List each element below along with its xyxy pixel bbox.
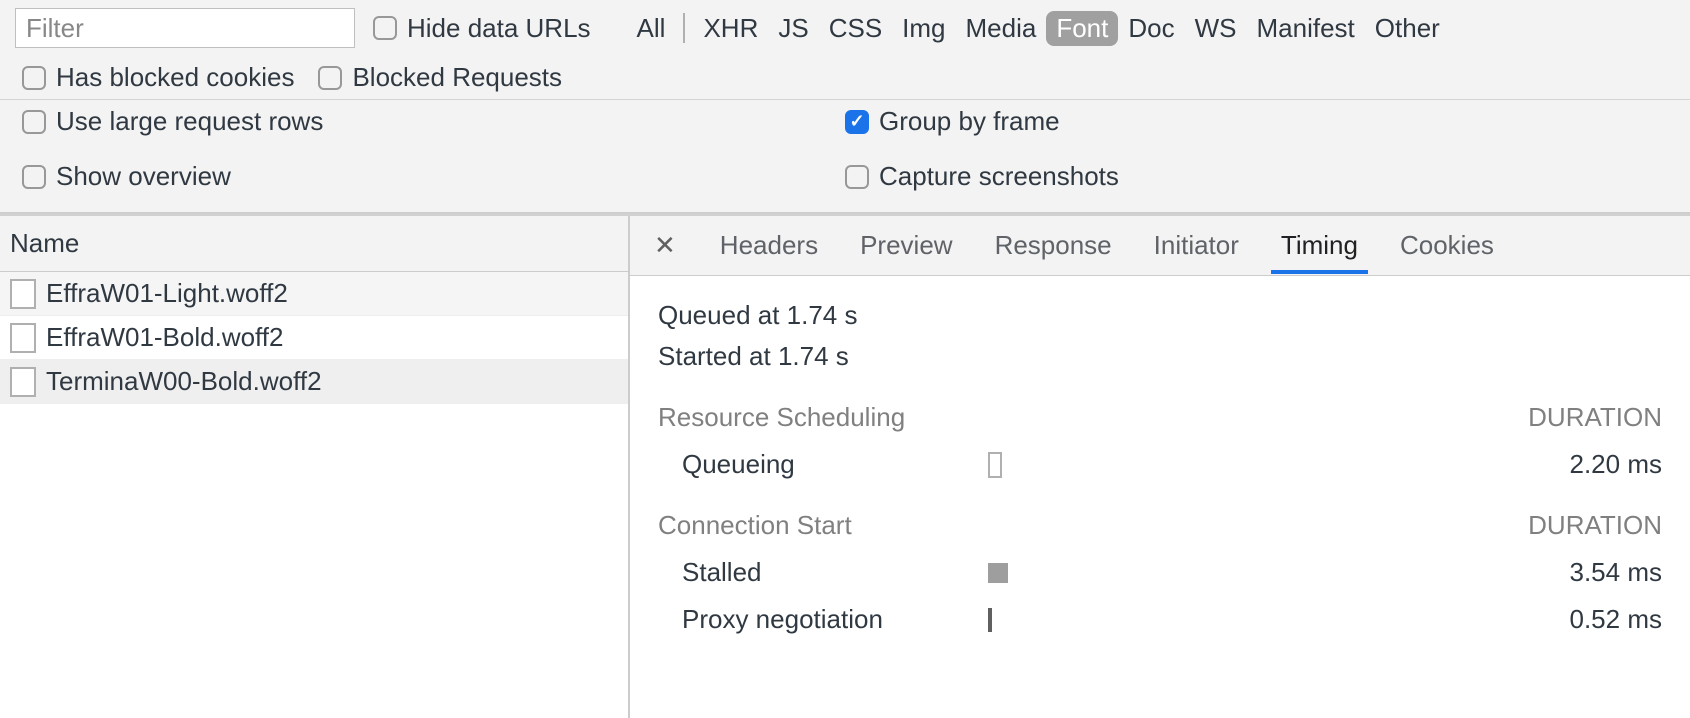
has-blocked-cookies-label: Has blocked cookies bbox=[56, 62, 294, 93]
request-name: EffraW01-Light.woff2 bbox=[46, 278, 288, 309]
tab-headers[interactable]: Headers bbox=[718, 218, 820, 273]
started-at-text: Started at 1.74 s bbox=[658, 341, 1662, 372]
separator-icon bbox=[683, 13, 685, 43]
file-icon bbox=[10, 279, 36, 309]
checkbox-icon bbox=[373, 16, 397, 40]
tab-timing[interactable]: Timing bbox=[1279, 218, 1360, 273]
timing-section-title: Connection Start bbox=[658, 510, 852, 541]
file-icon bbox=[10, 323, 36, 353]
timing-bar bbox=[988, 452, 1238, 478]
bar-icon bbox=[988, 608, 992, 632]
name-column-header[interactable]: Name bbox=[0, 216, 628, 272]
close-icon[interactable]: ✕ bbox=[650, 230, 680, 261]
timing-row: Queueing 2.20 ms bbox=[658, 449, 1662, 480]
timing-bar bbox=[988, 563, 1238, 583]
type-filter-bar: All XHRJSCSSImgMediaFontDocWSManifestOth… bbox=[627, 11, 1450, 46]
group-by-frame-label: Group by frame bbox=[879, 106, 1060, 137]
request-row[interactable]: TerminaW00-Bold.woff2 bbox=[0, 360, 628, 404]
filter-input[interactable] bbox=[15, 8, 355, 48]
duration-header: DURATION bbox=[1528, 402, 1662, 433]
tab-cookies[interactable]: Cookies bbox=[1398, 218, 1496, 273]
capture-screenshots-checkbox[interactable]: Capture screenshots bbox=[845, 161, 1119, 192]
blocked-requests-checkbox[interactable]: Blocked Requests bbox=[318, 62, 562, 93]
show-overview-label: Show overview bbox=[56, 161, 231, 192]
timing-row-value: 3.54 ms bbox=[1238, 557, 1662, 588]
bar-icon bbox=[988, 563, 1008, 583]
tab-initiator[interactable]: Initiator bbox=[1152, 218, 1241, 273]
request-row[interactable]: EffraW01-Light.woff2 bbox=[0, 272, 628, 316]
capture-screenshots-label: Capture screenshots bbox=[879, 161, 1119, 192]
timing-section-title: Resource Scheduling bbox=[658, 402, 905, 433]
request-name: TerminaW00-Bold.woff2 bbox=[46, 366, 322, 397]
timing-row-name: Proxy negotiation bbox=[658, 604, 988, 635]
show-overview-checkbox[interactable]: Show overview bbox=[22, 161, 231, 192]
timing-row-value: 0.52 ms bbox=[1238, 604, 1662, 635]
timing-row: Proxy negotiation 0.52 ms bbox=[658, 604, 1662, 635]
timing-bar bbox=[988, 608, 1238, 632]
type-filter-js[interactable]: JS bbox=[768, 11, 818, 46]
checkbox-icon bbox=[22, 110, 46, 134]
checkbox-icon bbox=[845, 165, 869, 189]
request-name: EffraW01-Bold.woff2 bbox=[46, 322, 284, 353]
checkbox-icon: ✓ bbox=[845, 110, 869, 134]
has-blocked-cookies-checkbox[interactable]: Has blocked cookies bbox=[22, 62, 294, 93]
tab-preview[interactable]: Preview bbox=[858, 218, 954, 273]
type-filter-img[interactable]: Img bbox=[892, 11, 955, 46]
tab-response[interactable]: Response bbox=[993, 218, 1114, 273]
timing-row-name: Stalled bbox=[658, 557, 988, 588]
timing-row: Stalled 3.54 ms bbox=[658, 557, 1662, 588]
request-row[interactable]: EffraW01-Bold.woff2 bbox=[0, 316, 628, 360]
bar-icon bbox=[988, 452, 1002, 478]
blocked-requests-label: Blocked Requests bbox=[352, 62, 562, 93]
timing-row-value: 2.20 ms bbox=[1238, 449, 1662, 480]
hide-data-urls-label: Hide data URLs bbox=[407, 13, 591, 44]
type-filter-css[interactable]: CSS bbox=[819, 11, 892, 46]
timing-row-name: Queueing bbox=[658, 449, 988, 480]
type-filter-all[interactable]: All bbox=[627, 11, 676, 46]
hide-data-urls-checkbox[interactable]: Hide data URLs bbox=[373, 13, 591, 44]
checkbox-icon bbox=[22, 66, 46, 90]
checkbox-icon bbox=[22, 165, 46, 189]
duration-header: DURATION bbox=[1528, 510, 1662, 541]
type-filter-ws[interactable]: WS bbox=[1185, 11, 1247, 46]
file-icon bbox=[10, 367, 36, 397]
group-by-frame-checkbox[interactable]: ✓ Group by frame bbox=[845, 106, 1060, 137]
type-filter-font[interactable]: Font bbox=[1046, 11, 1118, 46]
use-large-rows-checkbox[interactable]: Use large request rows bbox=[22, 106, 323, 137]
checkbox-icon bbox=[318, 66, 342, 90]
type-filter-doc[interactable]: Doc bbox=[1118, 11, 1184, 46]
queued-at-text: Queued at 1.74 s bbox=[658, 300, 1662, 331]
use-large-rows-label: Use large request rows bbox=[56, 106, 323, 137]
type-filter-xhr[interactable]: XHR bbox=[693, 11, 768, 46]
type-filter-other[interactable]: Other bbox=[1365, 11, 1450, 46]
type-filter-media[interactable]: Media bbox=[956, 11, 1047, 46]
type-filter-manifest[interactable]: Manifest bbox=[1247, 11, 1365, 46]
